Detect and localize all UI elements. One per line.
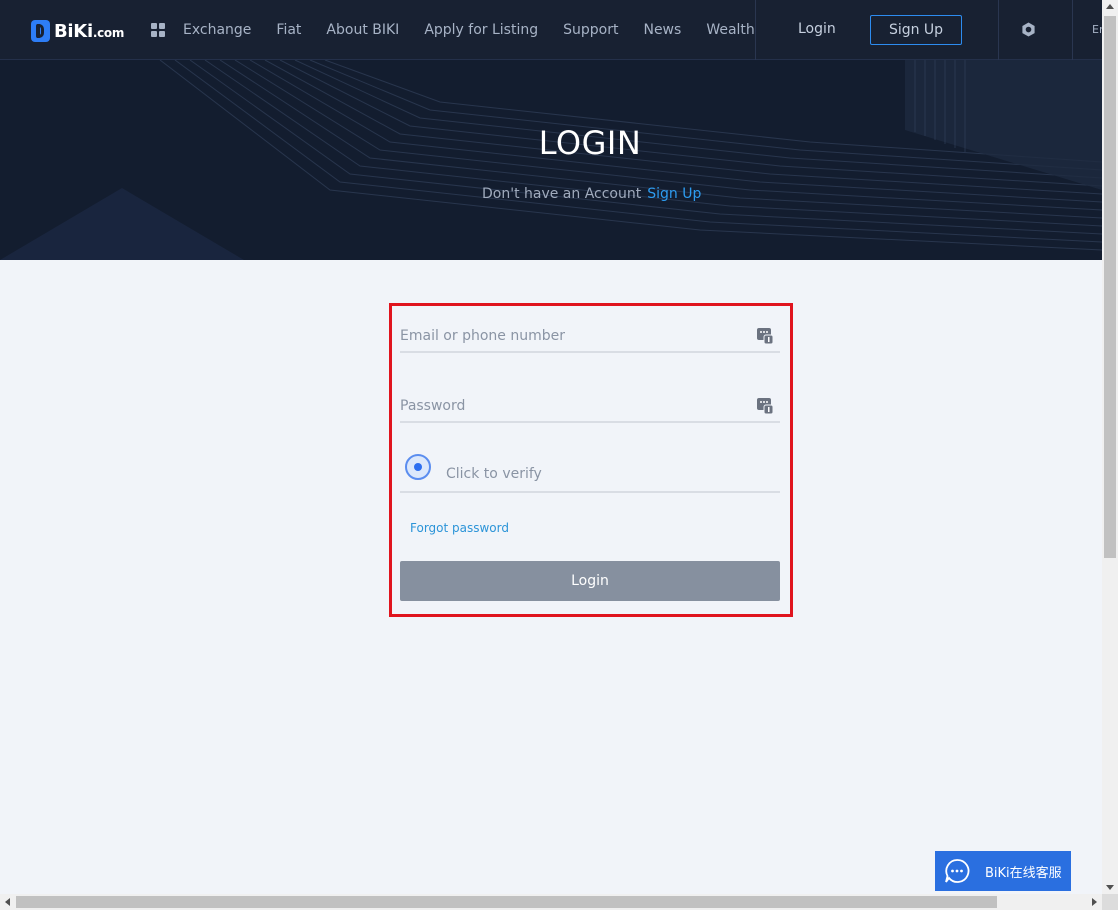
signup-prompt: Don't have an Account Sign Up [482, 186, 701, 202]
forgot-password-link[interactable]: Forgot password [410, 521, 509, 535]
vertical-scrollbar-thumb[interactable] [1104, 16, 1116, 558]
nav-divider [1072, 0, 1073, 60]
login-submit-button[interactable]: Login [400, 561, 780, 601]
biki-logo[interactable]: BiKi.com [31, 19, 124, 43]
vertical-scrollbar[interactable] [1102, 0, 1118, 894]
login-banner: LOGIN Don't have an Account Sign Up [0, 60, 1102, 260]
main-nav: Exchange Fiat About BIKI Apply for Listi… [183, 0, 780, 60]
signup-prompt-text: Don't have an Account [482, 186, 642, 202]
chat-label: BiKi在线客服 [985, 865, 1062, 881]
password-field[interactable]: Password [400, 373, 780, 423]
logo-text: BiKi.com [54, 21, 124, 42]
language-selector[interactable]: En [1092, 23, 1102, 36]
top-navbar: BiKi.com Exchange Fiat About BIKI Apply … [0, 0, 1102, 60]
email-field[interactable]: Email or phone number [400, 303, 780, 353]
scroll-left-arrow-icon[interactable] [5, 898, 10, 906]
page-title: LOGIN [538, 124, 642, 162]
grid-icon[interactable] [151, 23, 165, 37]
nav-item-wealth[interactable]: Wealth [706, 22, 754, 38]
customer-service-chat-button[interactable]: BiKi在线客服 [935, 851, 1071, 891]
captcha-verify-field[interactable]: Click to verify [400, 443, 780, 493]
nav-item-about[interactable]: About BIKI [326, 22, 399, 38]
scroll-up-arrow-icon[interactable] [1106, 4, 1114, 9]
header-login-link[interactable]: Login [798, 21, 836, 37]
verify-label[interactable]: Click to verify [446, 466, 542, 482]
nav-item-exchange[interactable]: Exchange [183, 22, 251, 38]
logo-name: BiKi [54, 20, 93, 42]
scrollbar-corner [1102, 894, 1118, 910]
banner-signup-link[interactable]: Sign Up [647, 186, 701, 202]
biki-logo-icon [31, 20, 50, 42]
nav-divider [998, 0, 999, 60]
email-placeholder: Email or phone number [400, 328, 565, 344]
logo-suffix: .com [92, 25, 125, 40]
key-icon[interactable] [756, 397, 774, 415]
password-placeholder: Password [400, 398, 466, 414]
nav-item-support[interactable]: Support [563, 22, 618, 38]
nav-item-fiat[interactable]: Fiat [276, 22, 301, 38]
key-icon[interactable] [756, 327, 774, 345]
chat-bubble-icon [945, 859, 970, 883]
nav-divider [755, 0, 756, 60]
horizontal-scrollbar-thumb[interactable] [16, 896, 997, 908]
horizontal-scrollbar[interactable] [0, 894, 1102, 910]
scroll-down-arrow-icon[interactable] [1106, 885, 1114, 890]
header-signup-button[interactable]: Sign Up [870, 15, 962, 45]
verify-icon[interactable] [405, 454, 431, 480]
settings-icon[interactable] [1021, 22, 1036, 37]
scroll-right-arrow-icon[interactable] [1092, 898, 1097, 906]
nav-item-apply-listing[interactable]: Apply for Listing [424, 22, 538, 38]
nav-item-news[interactable]: News [643, 22, 681, 38]
